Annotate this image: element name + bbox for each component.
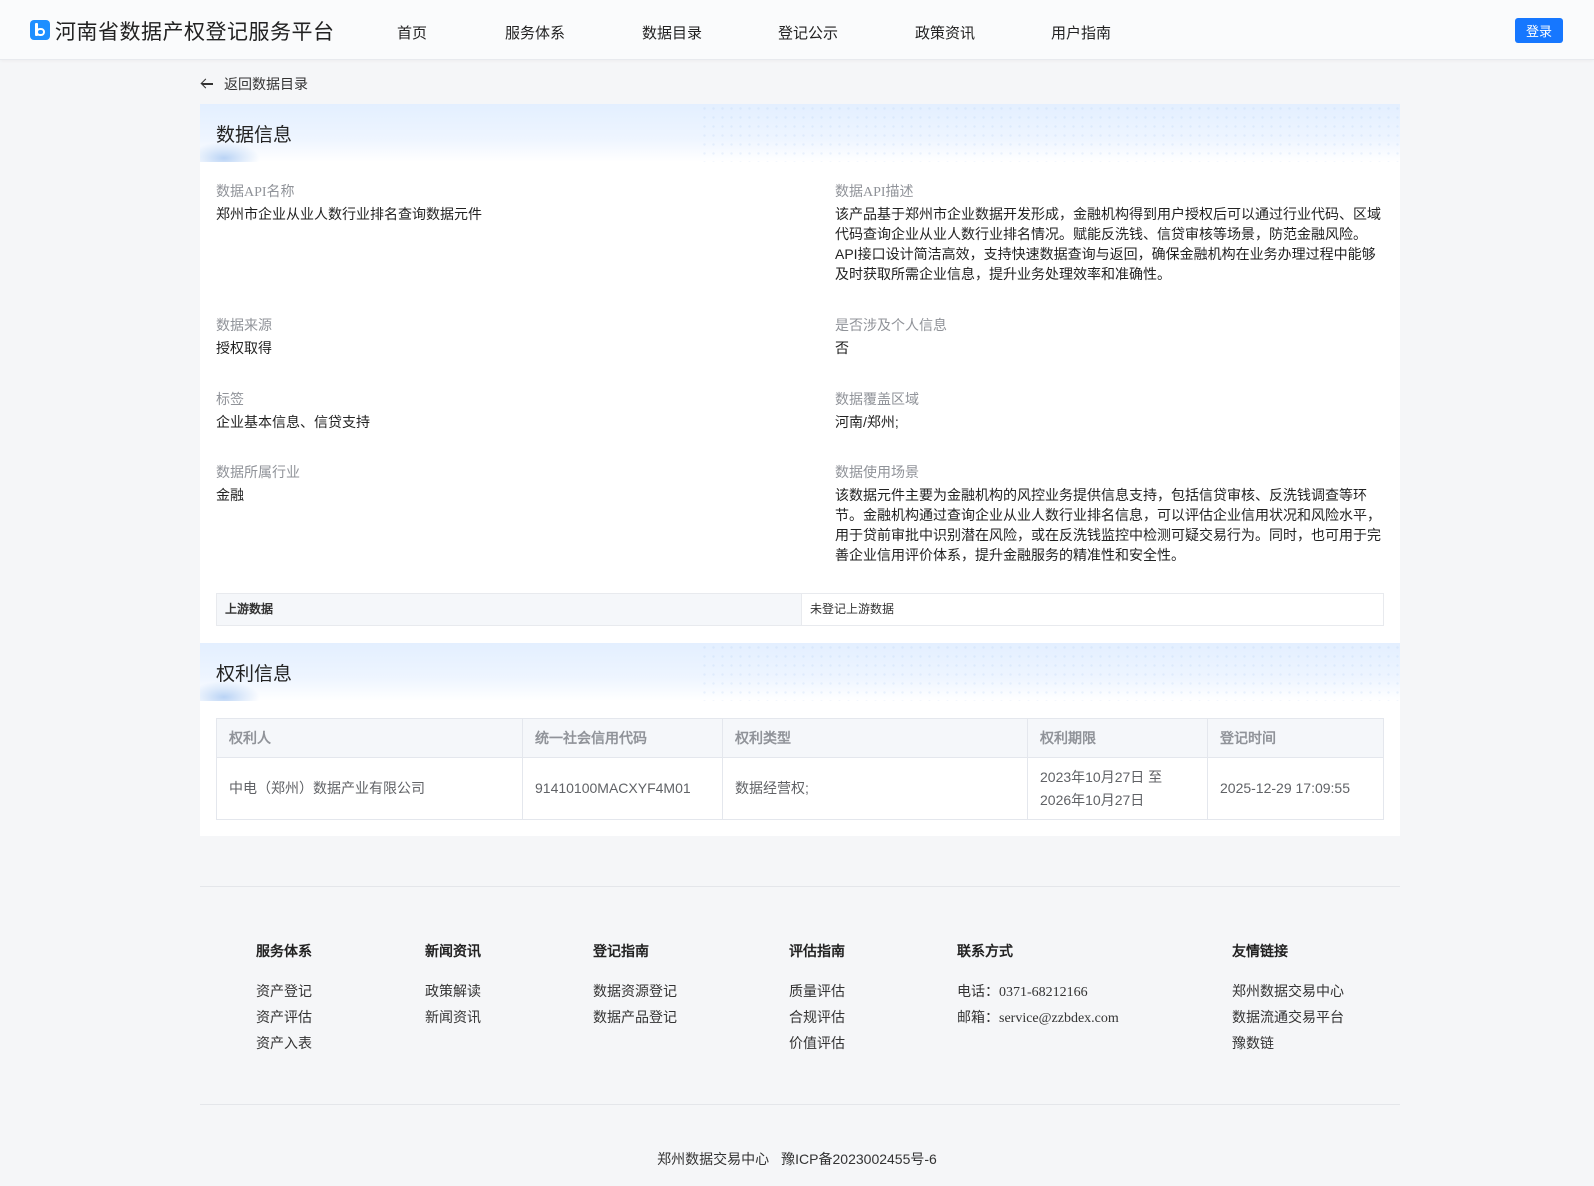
login-button[interactable]: 登录: [1515, 18, 1563, 43]
api-desc-line: API接口设计简洁高效，支持快速数据查询与返回，确保金融机构在业务办理过程中能够: [835, 246, 1376, 262]
footer-link-quality[interactable]: 质量评估: [789, 981, 845, 1001]
region-value: 河南/郑州;: [835, 414, 899, 430]
footer-link-value[interactable]: 价值评估: [789, 1033, 845, 1053]
period-end: 2026年10月27日: [1040, 791, 1145, 808]
footer-divider-bottom: [200, 1104, 1400, 1105]
top-header: 河南省数据产权登记服务平台 首页 服务体系 数据目录 登记公示 政策资讯 用户指…: [0, 0, 1594, 60]
scenario-line: 节。金融机构通过查询企业从业人数行业排名信息，可以评估企业信用状况和风险水平，: [835, 507, 1381, 523]
api-name-value: 郑州市企业从业人数行业排名查询数据元件: [216, 206, 482, 222]
col-period: 权利期限: [1027, 718, 1208, 758]
data-info-header: 数据信息: [200, 104, 1400, 162]
email-value[interactable]: service@zzbdex.com: [999, 1011, 1119, 1026]
back-link-label: 返回数据目录: [224, 76, 308, 92]
upstream-data-row: 上游数据 未登记上游数据: [216, 593, 1384, 626]
table-header-row: 权利人 统一社会信用代码 权利类型 权利期限 登记时间: [216, 718, 1384, 758]
nav-registration-notice[interactable]: 登记公示: [778, 22, 838, 43]
scenario-line: 善企业信用评价体系，提升金融服务的精准性和安全性。: [835, 547, 1185, 563]
footer-link-compliance[interactable]: 合规评估: [789, 1007, 845, 1027]
industry-label: 数据所属行业: [216, 466, 300, 481]
personal-info-label: 是否涉及个人信息: [835, 319, 947, 334]
footer-link-asset-register[interactable]: 资产登记: [256, 981, 312, 1001]
footer-divider-top: [200, 886, 1400, 887]
scenario-line: 用于贷前审批中识别潜在风险，或在反洗钱监控中检测可疑交易行为。同时，也可用于完: [835, 527, 1381, 543]
header-pattern: [700, 104, 1400, 162]
footer-link-trade-platform[interactable]: 数据流通交易平台: [1232, 1007, 1344, 1027]
credit-code-cell: 91410100MACXYF4M01: [522, 757, 723, 820]
tags-label: 标签: [216, 393, 244, 408]
footer-email: 邮箱：service@zzbdex.com: [957, 1007, 1119, 1027]
footer-contact-title: 联系方式: [957, 943, 1013, 959]
api-desc-line: 代码查询企业从业人数行业排名情况。赋能反洗钱、信贷审核等场景，防范金融风险。: [835, 226, 1367, 242]
industry-value: 金融: [216, 487, 244, 503]
upstream-data-value: 未登记上游数据: [810, 602, 895, 616]
region-label: 数据覆盖区域: [835, 393, 919, 408]
col-register-time: 登记时间: [1207, 718, 1384, 758]
nav-services[interactable]: 服务体系: [505, 22, 565, 43]
table-row: 中电（郑州）数据产业有限公司 91410100MACXYF4M01 数据经营权;…: [216, 757, 1384, 820]
footer-register-title: 登记指南: [593, 943, 649, 959]
col-right-type: 权利类型: [722, 718, 1028, 758]
upstream-data-label: 上游数据: [217, 594, 802, 625]
footer-service-title: 服务体系: [256, 943, 312, 959]
platform-logo-icon[interactable]: [30, 20, 50, 40]
scenario-line: 该数据元件主要为金融机构的风控业务提供信息支持，包括信贷审核、反洗钱调查等环: [835, 487, 1367, 503]
detail-card: 数据信息 数据API名称 郑州市企业从业人数行业排名查询数据元件 数据API描述…: [200, 104, 1400, 836]
footer-news-title: 新闻资讯: [425, 943, 481, 959]
header-pattern: [700, 643, 1400, 701]
footer-link-zzbdex[interactable]: 郑州数据交易中心: [1232, 981, 1344, 1001]
rights-table: 权利人 统一社会信用代码 权利类型 权利期限 登记时间 中电（郑州）数据产业有限…: [216, 718, 1384, 820]
footer-friends-title: 友情链接: [1232, 943, 1288, 959]
api-desc-label: 数据API描述: [835, 185, 914, 200]
rights-info-header: 权利信息: [200, 643, 1400, 701]
phone-value: 0371-68212166: [999, 985, 1088, 1000]
api-name-label: 数据API名称: [216, 185, 295, 200]
nav-policy-news[interactable]: 政策资讯: [915, 22, 975, 43]
copyright-bar: 郑州数据交易中心 豫ICP备2023002455号-6: [0, 1149, 1594, 1169]
email-label: 邮箱：: [957, 1009, 999, 1025]
source-label: 数据来源: [216, 319, 272, 334]
footer-org: 郑州数据交易中心: [657, 1151, 770, 1167]
back-to-catalog-link[interactable]: 返回数据目录: [200, 74, 308, 94]
api-desc-value: 该产品基于郑州市企业数据开发形成，金融机构得到用户授权后可以通过行业代码、区域 …: [835, 204, 1385, 284]
source-value: 授权取得: [216, 340, 272, 356]
arrow-left-icon: [200, 77, 214, 91]
nav-home[interactable]: 首页: [397, 22, 427, 43]
col-holder: 权利人: [216, 718, 523, 758]
footer-link-yushulian[interactable]: 豫数链: [1232, 1033, 1274, 1053]
register-time-cell: 2025-12-29 17:09:55: [1220, 780, 1350, 796]
footer-icp[interactable]: 豫ICP备2023002455号-6: [781, 1151, 937, 1167]
footer-link-policy[interactable]: 政策解读: [425, 981, 481, 1001]
holder-cell: 中电（郑州）数据产业有限公司: [216, 757, 523, 820]
footer-link-resource-register[interactable]: 数据资源登记: [593, 981, 677, 1001]
nav-user-guide[interactable]: 用户指南: [1051, 22, 1111, 43]
footer-link-product-register[interactable]: 数据产品登记: [593, 1007, 677, 1027]
personal-info-value: 否: [835, 340, 849, 356]
scenario-label: 数据使用场景: [835, 466, 919, 481]
nav-data-catalog[interactable]: 数据目录: [642, 22, 702, 43]
site-title[interactable]: 河南省数据产权登记服务平台: [55, 16, 335, 46]
scenario-value: 该数据元件主要为金融机构的风控业务提供信息支持，包括信贷审核、反洗钱调查等环 节…: [835, 485, 1385, 565]
api-desc-line: 及时获取所需企业信息，提升业务处理效率和准确性。: [835, 266, 1171, 282]
period-cell: 2023年10月27日 至 2026年10月27日: [1027, 757, 1208, 820]
footer-link-news[interactable]: 新闻资讯: [425, 1007, 481, 1027]
tags-value: 企业基本信息、信贷支持: [216, 414, 370, 430]
right-type-cell: 数据经营权;: [722, 757, 1028, 820]
footer-link-asset-entry[interactable]: 资产入表: [256, 1033, 312, 1053]
period-start: 2023年10月27日 至: [1040, 768, 1163, 785]
rights-info-title: 权利信息: [216, 664, 293, 685]
api-desc-line: 该产品基于郑州市企业数据开发形成，金融机构得到用户授权后可以通过行业代码、区域: [835, 206, 1381, 222]
col-credit-code: 统一社会信用代码: [522, 718, 723, 758]
footer-evaluate-title: 评估指南: [789, 943, 845, 959]
footer-link-asset-evaluate[interactable]: 资产评估: [256, 1007, 312, 1027]
data-info-title: 数据信息: [216, 125, 293, 146]
footer-phone: 电话：0371-68212166: [957, 981, 1088, 1001]
phone-label: 电话：: [957, 983, 999, 999]
